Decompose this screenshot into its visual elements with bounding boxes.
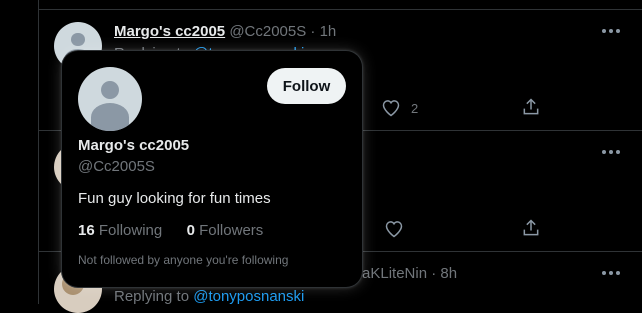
followed-by-note: Not followed by anyone you're following (78, 253, 289, 267)
separator: · (310, 23, 316, 40)
tweet-author-handle[interactable]: @Cc2005S (229, 23, 306, 40)
more-horizontal-icon[interactable] (602, 150, 620, 156)
heart-icon[interactable] (384, 219, 404, 239)
following-label: Following (98, 222, 163, 239)
tweet-divider (38, 9, 642, 10)
replying-label: Replying to (114, 288, 190, 305)
tweet-time[interactable]: 1h (320, 23, 337, 40)
tweet-author-name[interactable]: Margo's cc2005 (114, 23, 225, 40)
tweet-author-handle[interactable]: aKLiteNin (362, 265, 427, 282)
more-horizontal-icon[interactable] (602, 29, 620, 35)
share-icon[interactable] (521, 97, 541, 117)
profile-hover-card: Follow Margo's cc2005 @Cc2005S Fun guy l… (62, 51, 362, 287)
follow-button[interactable]: Follow (267, 68, 346, 104)
heart-icon[interactable] (381, 98, 401, 118)
hover-card-handle[interactable]: @Cc2005S (78, 158, 155, 175)
following-count: 16 (78, 222, 95, 239)
hover-card-stats: 16 Following 0 Followers (78, 222, 263, 239)
following-stat[interactable]: 16 Following (78, 222, 162, 239)
hover-card-display-name[interactable]: Margo's cc2005 (78, 137, 189, 154)
separator: · (431, 265, 437, 282)
share-icon[interactable] (521, 218, 541, 238)
hover-card-bio: Fun guy looking for fun times (78, 190, 271, 207)
hover-card-avatar[interactable] (78, 67, 142, 131)
like-count: 2 (411, 101, 419, 116)
replying-to-link[interactable]: @tonyposnanski (193, 288, 304, 305)
followers-label: Followers (199, 222, 264, 239)
followers-stat[interactable]: 0 Followers (187, 222, 264, 239)
followers-count: 0 (186, 222, 195, 239)
tweet-time[interactable]: 8h (440, 265, 457, 282)
more-horizontal-icon[interactable] (602, 271, 620, 277)
